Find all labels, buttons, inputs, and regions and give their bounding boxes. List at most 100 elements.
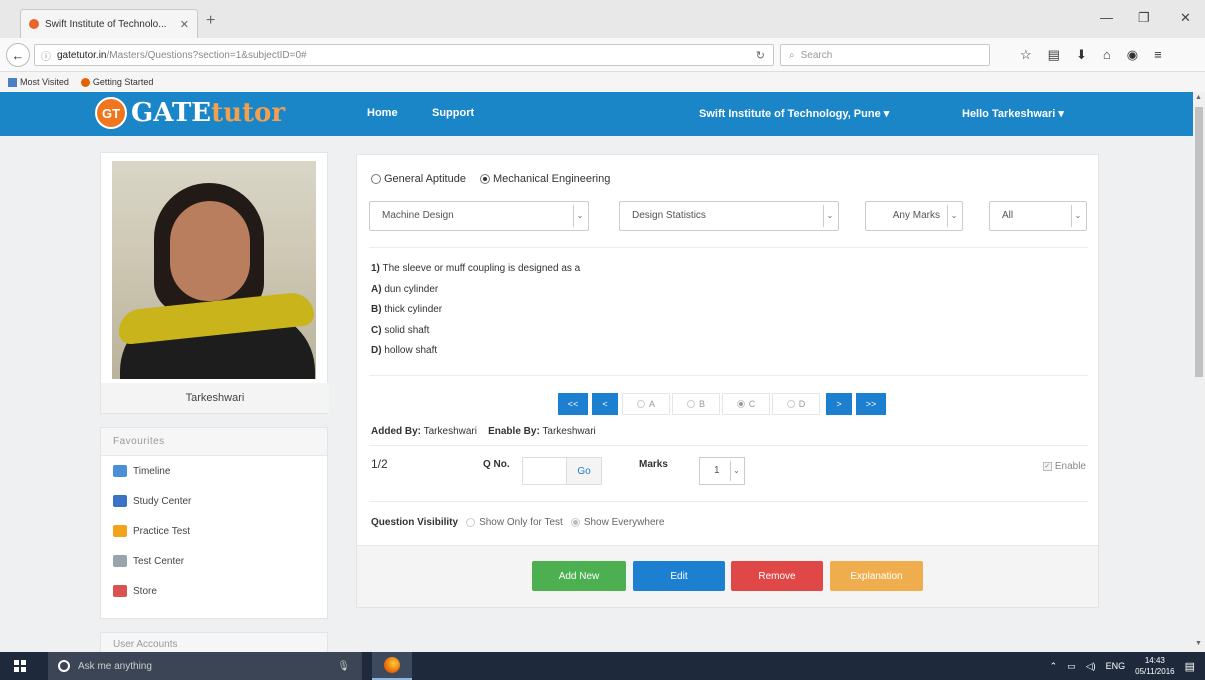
sidebar-item-test-center[interactable]: Test Center <box>101 546 327 576</box>
option-c: C) solid shaft <box>371 324 430 336</box>
search-icon: ⌕ <box>789 49 795 61</box>
downloads-icon[interactable]: ⬇ <box>1076 47 1087 63</box>
first-page-button[interactable]: << <box>558 393 588 415</box>
answer-option-d[interactable]: D <box>772 393 820 415</box>
bookmark-most-visited[interactable]: Most Visited <box>8 77 69 88</box>
reading-list-icon[interactable]: ▤ <box>1048 47 1060 63</box>
sidebar-item-practice-test[interactable]: Practice Test <box>101 516 327 546</box>
chevron-down-icon: ⌄ <box>823 205 836 227</box>
bookmark-star-icon[interactable]: ☆ <box>1020 47 1032 63</box>
page-scrollbar[interactable]: ▲ ▼ <box>1193 92 1205 652</box>
tray-chevron-icon[interactable]: ⌃ <box>1050 661 1058 672</box>
answer-option-b[interactable]: B <box>672 393 720 415</box>
marks-filter-select[interactable]: Any Marks ⌄ <box>865 201 963 231</box>
browser-search-input[interactable]: ⌕ Search <box>780 44 990 66</box>
type-filter-select[interactable]: All ⌄ <box>989 201 1087 231</box>
institute-dropdown[interactable]: Swift Institute of Technology, Pune ▾ <box>699 107 889 120</box>
gatetutor-logo[interactable]: GT GATE tutor <box>95 97 285 129</box>
microphone-icon[interactable]: 🎙 <box>337 661 350 672</box>
sidebar-item-store[interactable]: Store <box>101 576 327 606</box>
added-by-line: Added By: Tarkeshwari Enable By: Tarkesh… <box>371 426 596 437</box>
language-indicator[interactable]: ENG <box>1106 661 1126 671</box>
visibility-everywhere[interactable]: Show Everywhere <box>570 517 664 528</box>
address-bar[interactable]: ⓘ gatetutor.in /Masters/Questions?sectio… <box>34 44 774 66</box>
user-accounts-title: User Accounts <box>101 633 327 653</box>
qno-input[interactable] <box>522 457 566 485</box>
qno-label: Q No. <box>483 459 510 470</box>
chevron-down-icon: ⌄ <box>1071 205 1084 227</box>
topic-select[interactable]: Design Statistics ⌄ <box>619 201 839 231</box>
home-icon[interactable]: ⌂ <box>1103 47 1111 63</box>
radio-dot-selected[interactable] <box>479 174 490 184</box>
nav-home[interactable]: Home <box>367 107 398 119</box>
favourites-panel: Favourites Timeline Study Center Practic… <box>100 427 328 619</box>
next-page-button[interactable]: > <box>826 393 852 415</box>
divider <box>369 445 1088 446</box>
marks-label: Marks <box>639 459 668 470</box>
question-pager: << < A B C D > >> <box>558 393 890 415</box>
divider <box>369 247 1088 248</box>
clock[interactable]: 14:43 05/11/2016 <box>1135 655 1174 677</box>
notifications-icon[interactable]: ▤ <box>1185 660 1195 673</box>
bookmark-getting-started[interactable]: Getting Started <box>80 77 153 88</box>
answer-option-c[interactable]: C <box>722 393 770 415</box>
prev-page-button[interactable]: < <box>592 393 618 415</box>
go-button[interactable]: Go <box>566 457 602 485</box>
bookmarks-bar: Most Visited Getting Started <box>0 72 1205 92</box>
window-close-icon[interactable]: ✕ <box>1180 10 1191 26</box>
volume-icon[interactable]: ◁) <box>1086 661 1096 672</box>
user-dropdown[interactable]: Hello Tarkeshwari ▾ <box>962 107 1064 120</box>
explanation-button[interactable]: Explanation <box>830 561 923 591</box>
sidebar-item-study-center[interactable]: Study Center <box>101 486 327 516</box>
profile-card: Tarkeshwari <box>100 152 329 414</box>
profile-name: Tarkeshwari <box>101 383 329 413</box>
radio-dot[interactable] <box>371 174 381 184</box>
cortana-search[interactable]: Ask me anything 🎙 <box>48 652 362 680</box>
last-page-button[interactable]: >> <box>856 393 886 415</box>
browser-toolbar: ← ⓘ gatetutor.in /Masters/Questions?sect… <box>0 38 1205 72</box>
maximize-icon[interactable]: ❐ <box>1138 10 1150 26</box>
nav-support[interactable]: Support <box>432 107 474 119</box>
new-tab-button[interactable]: + <box>206 12 215 30</box>
favourites-title: Favourites <box>101 428 327 456</box>
edit-button[interactable]: Edit <box>633 561 725 591</box>
menu-icon[interactable]: ≡ <box>1154 47 1162 63</box>
enable-checkbox[interactable]: ✓ Enable <box>1042 461 1086 472</box>
bookmark-folder-icon <box>8 78 17 88</box>
add-new-button[interactable]: Add New <box>532 561 626 591</box>
scroll-down-icon[interactable]: ▼ <box>1195 640 1202 647</box>
minimize-icon[interactable]: — <box>1100 10 1113 25</box>
radio-mechanical-engineering[interactable]: Mechanical Engineering <box>479 173 610 185</box>
info-icon[interactable]: ⓘ <box>41 48 51 63</box>
url-domain: gatetutor.in <box>57 49 107 61</box>
scrollbar-thumb[interactable] <box>1195 107 1203 377</box>
network-icon[interactable]: ▭ <box>1067 661 1076 672</box>
firefox-small-icon <box>80 78 90 88</box>
checkbox-checked-icon[interactable]: ✓ <box>1042 462 1052 471</box>
subject-select[interactable]: Machine Design ⌄ <box>369 201 589 231</box>
chevron-down-icon: ⌄ <box>573 205 586 227</box>
action-bar: Add New Edit Remove Explanation <box>357 545 1098 607</box>
firefox-taskbar-button[interactable] <box>372 652 412 680</box>
scroll-up-icon[interactable]: ▲ <box>1195 94 1202 101</box>
visibility-test-only[interactable]: Show Only for Test <box>466 517 563 528</box>
tab-close-icon[interactable]: ✕ <box>180 18 189 31</box>
back-button[interactable]: ← <box>6 43 30 67</box>
sidebar-item-timeline[interactable]: Timeline <box>101 456 327 486</box>
radio-general-aptitude[interactable]: General Aptitude <box>371 173 466 185</box>
logo-gate: GATE <box>131 98 212 128</box>
profile-photo <box>112 161 316 379</box>
answer-option-a[interactable]: A <box>622 393 670 415</box>
practice-test-icon <box>113 525 127 537</box>
site-favicon <box>29 19 39 29</box>
question-text: 1) The sleeve or muff coupling is design… <box>371 263 581 274</box>
cortana-icon <box>58 660 70 672</box>
windows-start-icon[interactable] <box>14 660 26 672</box>
pocket-icon[interactable]: ◉ <box>1127 47 1138 63</box>
reload-icon[interactable]: ↻ <box>756 49 765 62</box>
marks-select[interactable]: 1 ⌄ <box>699 457 745 485</box>
option-d: D) hollow shaft <box>371 345 438 356</box>
browser-tab[interactable]: Swift Institute of Technolo... ✕ <box>20 9 198 38</box>
section-radio-group: General Aptitude Mechanical Engineering <box>371 173 610 185</box>
remove-button[interactable]: Remove <box>731 561 823 591</box>
